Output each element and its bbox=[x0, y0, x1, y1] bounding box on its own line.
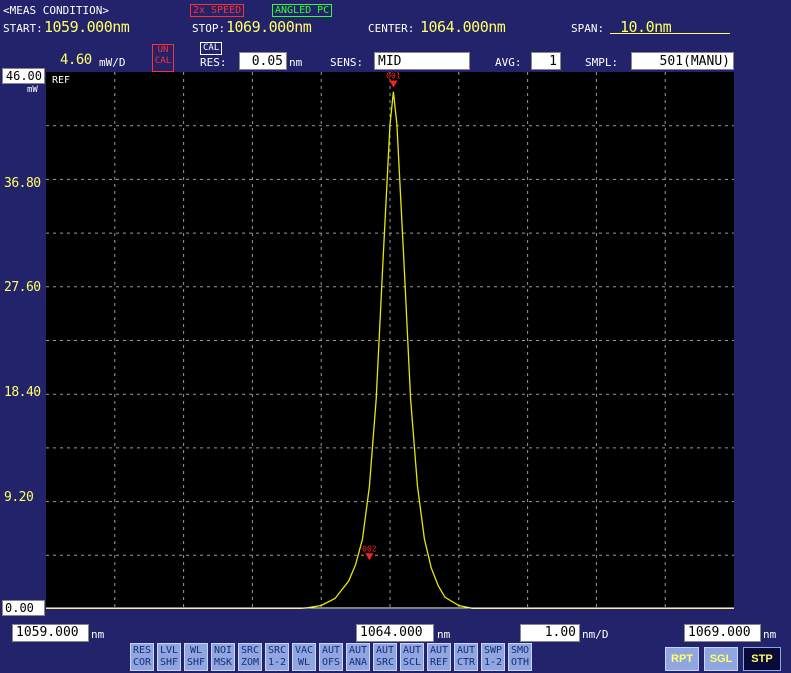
softkey-vac-wl[interactable]: VAC WL bbox=[292, 643, 316, 671]
softkey-noi-msk[interactable]: NOI MSK bbox=[211, 643, 235, 671]
softkey-aut-src[interactable]: AUT SRC bbox=[373, 643, 397, 671]
y-tick-label: 9.20 bbox=[4, 490, 34, 505]
marker-triangle bbox=[389, 80, 398, 88]
scale-unit: mW/D bbox=[99, 56, 126, 69]
softkey-src-1-2[interactable]: SRC 1-2 bbox=[265, 643, 289, 671]
start-unit: nm bbox=[91, 628, 105, 641]
uncal-indicator: UN CAL bbox=[152, 44, 174, 72]
y-tick-label: 18.40 bbox=[4, 385, 41, 400]
start-value[interactable]: 1059.000nm bbox=[44, 18, 130, 36]
softkey-swp-1-2[interactable]: SWP 1-2 bbox=[481, 643, 505, 671]
res-field[interactable]: 0.05 bbox=[239, 52, 287, 70]
spectrum-chart: 001 002 bbox=[46, 72, 734, 609]
avg-field[interactable]: 1 bbox=[531, 52, 561, 70]
spectrum-trace bbox=[46, 91, 734, 609]
bottom-level-field[interactable]: 0.00 bbox=[2, 600, 45, 616]
softkey-wl-shf[interactable]: WL SHF bbox=[184, 643, 208, 671]
softkey-res-cor[interactable]: RES COR bbox=[130, 643, 154, 671]
marker-label: 002 bbox=[362, 544, 377, 553]
smpl-label: SMPL: bbox=[585, 56, 619, 69]
spectrum-plot-area[interactable]: REF 001 002 bbox=[46, 72, 734, 609]
res-unit: nm bbox=[289, 56, 303, 69]
marker-triangle bbox=[365, 553, 374, 561]
span-label: SPAN: bbox=[571, 22, 605, 35]
softkey-aut-ref[interactable]: AUT REF bbox=[427, 643, 451, 671]
softkey-smo-oth[interactable]: SMO OTH bbox=[508, 643, 532, 671]
center-value[interactable]: 1064.000nm bbox=[420, 18, 506, 36]
uncal-line2: CAL bbox=[154, 56, 172, 66]
softkey-aut-ctr[interactable]: AUT CTR bbox=[454, 643, 478, 671]
start-wavelength-field[interactable]: 1059.000 bbox=[12, 624, 89, 642]
meas-condition-label: <MEAS CONDITION> bbox=[3, 4, 109, 17]
repeat-sweep-button[interactable]: RPT bbox=[665, 647, 699, 671]
single-sweep-button[interactable]: SGL bbox=[704, 647, 738, 671]
sens-label: SENS: bbox=[330, 56, 364, 69]
scale-value[interactable]: 4.60 bbox=[60, 52, 92, 68]
ref-level-field[interactable]: 46.00 bbox=[2, 68, 45, 84]
stop-sweep-button[interactable]: STP bbox=[743, 647, 781, 671]
marker-label: 001 bbox=[386, 72, 401, 81]
y-tick-label: 27.60 bbox=[4, 280, 41, 295]
softkey-lvl-shf[interactable]: LVL SHF bbox=[157, 643, 181, 671]
softkey-aut-ofs[interactable]: AUT OFS bbox=[319, 643, 343, 671]
smpl-field[interactable]: 501(MANU) bbox=[631, 52, 734, 70]
uncal-line1: UN bbox=[157, 45, 169, 55]
center-label: CENTER: bbox=[368, 22, 415, 35]
stop-wavelength-field[interactable]: 1069.000 bbox=[684, 624, 761, 642]
softkey-aut-ana[interactable]: AUT ANA bbox=[346, 643, 370, 671]
sens-field[interactable]: MID bbox=[374, 52, 470, 70]
cal-indicator: CAL bbox=[200, 42, 223, 55]
angled-pc-tag: ANGLED PC bbox=[272, 4, 333, 17]
stop-value[interactable]: 1069.000nm bbox=[226, 18, 312, 36]
center-unit: nm bbox=[437, 628, 451, 641]
span-underline bbox=[610, 33, 730, 34]
div-field[interactable]: 1.00 bbox=[520, 624, 580, 642]
stop-unit: nm bbox=[763, 628, 777, 641]
ref-unit: mW bbox=[27, 85, 38, 95]
stop-label: STOP: bbox=[192, 22, 226, 35]
speed-tag: 2x SPEED bbox=[190, 4, 245, 17]
avg-label: AVG: bbox=[495, 56, 522, 69]
res-label: RES: bbox=[200, 56, 227, 69]
div-unit: nm/D bbox=[582, 628, 609, 641]
softkey-aut-scl[interactable]: AUT SCL bbox=[400, 643, 424, 671]
softkey-src-zom[interactable]: SRC ZOM bbox=[238, 643, 262, 671]
center-wavelength-field[interactable]: 1064.000 bbox=[356, 624, 434, 642]
y-tick-label: 36.80 bbox=[4, 176, 41, 191]
start-label: START: bbox=[3, 22, 43, 35]
